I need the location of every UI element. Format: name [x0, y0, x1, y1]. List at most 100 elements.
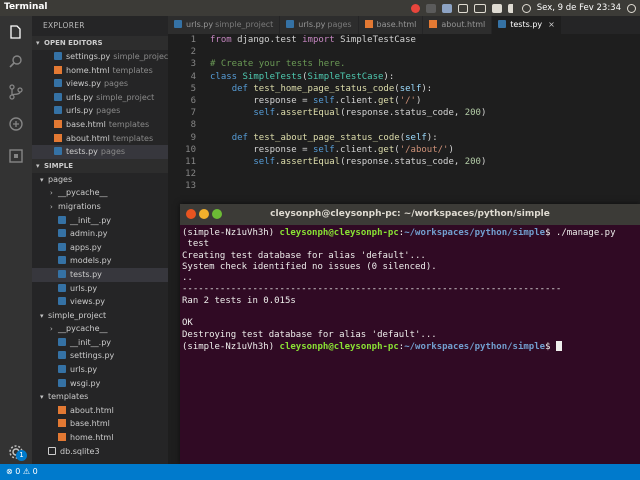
file-name: templates	[48, 392, 89, 402]
python-file-icon	[58, 378, 66, 387]
python-file-icon	[58, 351, 66, 360]
editor-tab[interactable]: urls.py pages	[280, 16, 359, 34]
code-token: test_home_page_status_code	[253, 83, 395, 94]
terminal-output[interactable]: (simple-Nz1uVh3h) cleysonph@cleysonph-pc…	[180, 225, 640, 352]
code-editor[interactable]: 1 from django.test import SimpleTestCase 2…	[168, 34, 640, 206]
error-count: 0	[15, 467, 21, 476]
code-line: 6 response = self.client.get('/')	[168, 95, 640, 107]
terminal-window[interactable]: cleysonph@cleysonph-pc: ~/workspaces/pyt…	[180, 204, 640, 464]
tree-file[interactable]: base.html	[32, 417, 168, 431]
tree-file[interactable]: about.html	[32, 404, 168, 418]
tree-folder[interactable]: ▾ simple_project	[32, 309, 168, 323]
open-editor-item[interactable]: tests.py pages	[32, 145, 168, 159]
code-token: django.test	[237, 35, 303, 45]
code-token: (response.status_code,	[340, 156, 465, 167]
code-line: 9 def test_about_page_status_code(self):	[168, 132, 640, 144]
line-number: 9	[190, 132, 196, 143]
tree-file[interactable]: __init__.py	[32, 336, 168, 350]
terminal-text: $	[545, 341, 556, 352]
debug-icon[interactable]	[8, 116, 24, 132]
chevron-right-icon: ›	[50, 325, 53, 334]
search-icon[interactable]	[8, 54, 24, 70]
tree-folder[interactable]: › __pycache__	[32, 322, 168, 336]
code-token: ):	[421, 83, 433, 94]
file-name: base.html	[70, 419, 110, 429]
volume-icon[interactable]	[507, 3, 516, 13]
close-icon[interactable]: ×	[548, 20, 555, 29]
power-icon[interactable]	[627, 3, 636, 13]
terminal-text: ----------------------------------------…	[182, 284, 562, 295]
open-editor-item[interactable]: urls.py simple_project	[32, 91, 168, 105]
chrome-icon[interactable]	[410, 3, 420, 13]
tree-folder[interactable]: ▾ pages	[32, 173, 168, 187]
open-editor-item[interactable]: settings.py simple_project	[32, 50, 168, 64]
source-control-icon[interactable]	[8, 84, 24, 100]
terminal-text: cleysonph@cleysonph-pc	[279, 341, 399, 352]
problems-indicator[interactable]: ⊗ 0 ⚠ 0	[6, 467, 38, 476]
open-editor-item[interactable]: home.html templates	[32, 64, 168, 78]
tree-file[interactable]: urls.py	[32, 363, 168, 377]
tree-file[interactable]: apps.py	[32, 241, 168, 255]
tree-file[interactable]: models.py	[32, 254, 168, 268]
tab-label: base.html	[376, 20, 417, 29]
keyboard-icon[interactable]	[473, 3, 486, 13]
terminal-text: Creating test database for alias 'defaul…	[182, 250, 426, 261]
html-file-icon	[58, 419, 66, 428]
app-icon[interactable]	[425, 3, 436, 13]
tree-folder[interactable]: ▾ templates	[32, 390, 168, 404]
code-token: self	[312, 144, 335, 155]
project-label: SIMPLE	[44, 161, 73, 170]
error-icon: ⊗	[6, 467, 13, 476]
extensions-icon[interactable]	[8, 148, 24, 164]
pt-icon[interactable]	[491, 3, 502, 13]
code-line: 13	[168, 180, 640, 192]
terminal-line: Destroying test database for alias 'defa…	[182, 330, 637, 341]
code-token: response =	[210, 95, 313, 106]
open-editors-label: OPEN EDITORS	[44, 39, 103, 47]
tree-file[interactable]: wsgi.py	[32, 377, 168, 391]
tree-folder[interactable]: › __pycache__	[32, 186, 168, 200]
tree-file[interactable]: tests.py	[32, 267, 168, 282]
tree-file[interactable]: views.py	[32, 295, 168, 309]
network-icon[interactable]	[457, 3, 468, 13]
tree-file[interactable]: urls.py	[32, 282, 168, 296]
tree-file[interactable]: admin.py	[32, 227, 168, 241]
warning-icon: ⚠	[22, 467, 31, 476]
tree-file[interactable]: home.html	[32, 431, 168, 445]
code-token: # Create your tests here.	[210, 59, 346, 70]
open-editor-item[interactable]: base.html templates	[32, 118, 168, 132]
system-tray: Sex, 9 de Fev 23:34	[410, 1, 636, 15]
open-editor-item[interactable]: views.py pages	[32, 77, 168, 91]
editor-tabs: urls.py simple_project urls.py pages base.ht…	[168, 16, 640, 34]
dropbox-icon[interactable]	[441, 3, 452, 13]
clock[interactable]: Sex, 9 de Fev 23:34	[537, 3, 621, 13]
editor-tab[interactable]: urls.py simple_project	[168, 16, 281, 34]
terminal-title: cleysonph@cleysonph-pc: ~/workspaces/pyt…	[270, 209, 550, 219]
python-file-icon	[58, 256, 66, 265]
tree-folder[interactable]: › migrations	[32, 200, 168, 214]
file-name: urls.py	[66, 92, 94, 102]
file-name: tests.py	[66, 147, 98, 157]
python-file-icon	[286, 20, 295, 28]
editor-tab[interactable]: base.html	[358, 16, 424, 34]
file-name: admin.py	[70, 229, 108, 239]
activity-bar: 1	[0, 16, 32, 464]
open-editors-header[interactable]: ▾ OPEN EDITORS	[32, 36, 168, 50]
open-editor-item[interactable]: about.html templates	[32, 132, 168, 146]
line-number: 10	[185, 144, 196, 155]
explorer-icon[interactable]	[8, 24, 24, 40]
editor-tab[interactable]: about.html	[423, 16, 493, 34]
code-token: def	[231, 132, 254, 143]
code-line: 3 # Create your tests here.	[168, 58, 640, 70]
editor-tab[interactable]: tests.py ×	[492, 16, 562, 34]
clock-icon[interactable]	[521, 3, 531, 13]
tree-file[interactable]: settings.py	[32, 349, 168, 363]
open-editor-item[interactable]: urls.py pages	[32, 104, 168, 118]
tree-file[interactable]: __init__.py	[32, 214, 168, 228]
file-name: urls.py	[66, 106, 94, 116]
folder-hint: pages	[103, 79, 129, 89]
code-token: import	[302, 35, 341, 45]
project-header[interactable]: ▾ SIMPLE	[32, 158, 168, 173]
tree-file[interactable]: db.sqlite3	[32, 445, 168, 459]
